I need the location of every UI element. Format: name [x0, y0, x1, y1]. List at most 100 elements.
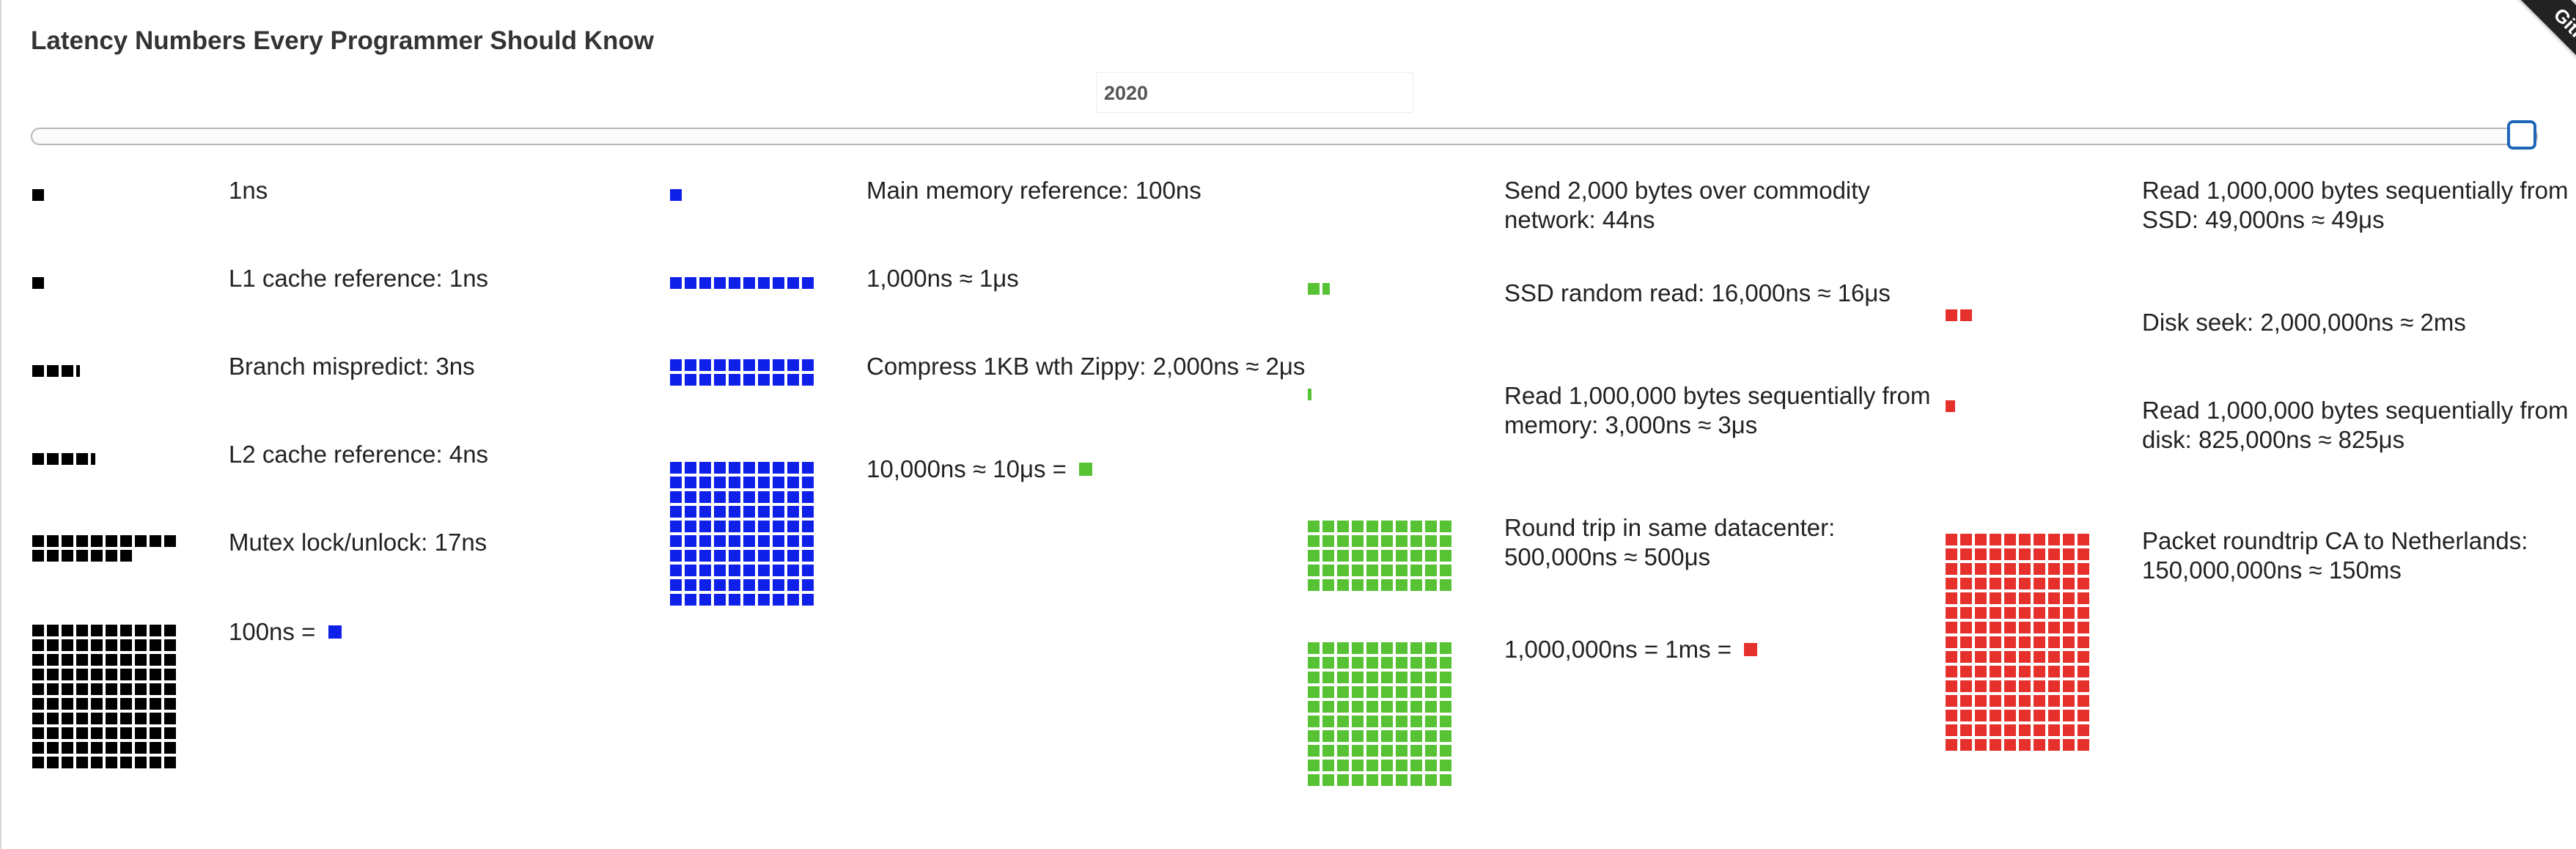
latency-unit-block — [1440, 745, 1451, 757]
latency-unit-block — [106, 669, 117, 680]
latency-unit-block — [1410, 730, 1422, 742]
latency-unit-block — [1960, 710, 1972, 721]
latency-unit-block — [2004, 592, 2016, 604]
latency-unit-block — [106, 535, 117, 547]
latency-unit-block — [1308, 686, 1320, 698]
latency-unit-block — [802, 491, 814, 503]
latency-unit-block — [1975, 739, 1987, 751]
github-ribbon-label[interactable]: GitHub — [2512, 0, 2576, 81]
latency-visual — [32, 453, 186, 468]
latency-unit-block — [787, 594, 799, 606]
latency-unit-block — [1975, 607, 1987, 619]
latency-unit-block — [2048, 534, 2060, 545]
latency-unit-block — [2034, 563, 2045, 575]
latency-unit-block — [1308, 672, 1320, 683]
latency-unit-block — [1960, 739, 1972, 751]
latency-unit-block — [743, 374, 755, 386]
latency-unit-block — [1352, 760, 1364, 771]
latency-unit-block — [135, 698, 147, 710]
latency-unit-block — [714, 506, 726, 518]
latency-visual — [1308, 642, 1462, 789]
latency-unit-block — [2048, 592, 2060, 604]
latency-unit-block — [1975, 578, 1987, 589]
latency-unit-block — [1322, 774, 1334, 786]
latency-unit-block — [1352, 642, 1364, 654]
latency-unit-block — [1440, 579, 1451, 591]
latency-label-text: Mutex lock/unlock: 17ns — [229, 529, 487, 556]
latency-unit-block — [76, 550, 88, 562]
latency-unit-block — [1975, 680, 1987, 692]
latency-unit-block — [1381, 642, 1393, 654]
latency-unit-block — [1425, 657, 1437, 669]
latency-unit-block — [787, 374, 799, 386]
latency-unit-block — [1990, 680, 2001, 692]
latency-unit-block — [1410, 686, 1422, 698]
latency-unit-block — [1366, 760, 1378, 771]
latency-unit-block — [1396, 521, 1407, 532]
latency-unit-block — [758, 535, 770, 547]
latency-unit-block — [62, 683, 73, 695]
latency-unit-block — [76, 453, 88, 465]
latency-unit-block — [743, 535, 755, 547]
latency-unit-block — [62, 669, 73, 680]
latency-label-text: Branch mispredict: 3ns — [229, 353, 475, 380]
latency-unit-block — [2078, 563, 2089, 575]
latency-unit-block — [1322, 760, 1334, 771]
latency-unit-block — [2063, 548, 2075, 560]
year-slider-track[interactable] — [31, 128, 2538, 145]
latency-unit-block — [1396, 642, 1407, 654]
latency-unit-block — [1352, 686, 1364, 698]
latency-unit-block — [1440, 550, 1451, 562]
latency-unit-block — [787, 535, 799, 547]
latency-unit-block — [670, 374, 682, 386]
latency-unit-block — [2004, 563, 2016, 575]
latency-unit-block — [1410, 672, 1422, 683]
latency-label: SSD random read: 16,000ns ≈ 16μs — [1504, 279, 1944, 308]
latency-unit-block — [1366, 521, 1378, 532]
year-slider-thumb[interactable] — [2507, 120, 2536, 150]
latency-unit-block — [1440, 535, 1451, 547]
latency-unit-block — [670, 277, 682, 289]
latency-visual — [32, 189, 186, 204]
latency-unit-block — [1410, 701, 1422, 713]
latency-unit-block — [106, 713, 117, 724]
latency-unit-block — [1990, 563, 2001, 575]
latency-unit-block — [1366, 701, 1378, 713]
latency-unit-block — [699, 535, 711, 547]
latency-unit-block — [2063, 636, 2075, 648]
latency-visual — [1946, 400, 2100, 415]
latency-unit-block — [150, 535, 161, 547]
latency-unit-block — [164, 669, 176, 680]
latency-unit-block — [32, 669, 44, 680]
latency-unit-block — [1352, 745, 1364, 757]
latency-unit-block — [1946, 739, 1957, 751]
latency-unit-block — [2078, 680, 2089, 692]
latency-unit-block — [802, 359, 814, 371]
latency-unit-block — [1425, 550, 1437, 562]
latency-unit-block — [1396, 716, 1407, 727]
latency-unit-block — [135, 535, 147, 547]
latency-unit-block — [47, 639, 59, 651]
latency-unit-block — [1990, 534, 2001, 545]
latency-unit-block — [91, 757, 103, 768]
latency-unit-block — [2034, 710, 2045, 721]
latency-unit-block — [1990, 548, 2001, 560]
latency-unit-block — [47, 742, 59, 754]
latency-unit-block — [62, 698, 73, 710]
latency-unit-block — [1425, 672, 1437, 683]
latency-unit-block — [1337, 521, 1349, 532]
latency-unit-block — [758, 374, 770, 386]
latency-unit-block — [758, 491, 770, 503]
latency-unit-block — [1425, 716, 1437, 727]
latency-unit-block — [685, 374, 696, 386]
latency-unit-block — [1322, 535, 1334, 547]
latency-unit-block — [1990, 592, 2001, 604]
latency-unit-block — [2063, 563, 2075, 575]
latency-unit-block — [1410, 657, 1422, 669]
github-ribbon[interactable]: GitHub — [2495, 0, 2576, 81]
latency-unit-block — [773, 277, 784, 289]
latency-label: 1,000,000ns = 1ms = — [1504, 635, 1944, 664]
latency-unit-block — [685, 491, 696, 503]
latency-unit-block — [1308, 774, 1320, 786]
latency-unit-block — [1960, 680, 1972, 692]
